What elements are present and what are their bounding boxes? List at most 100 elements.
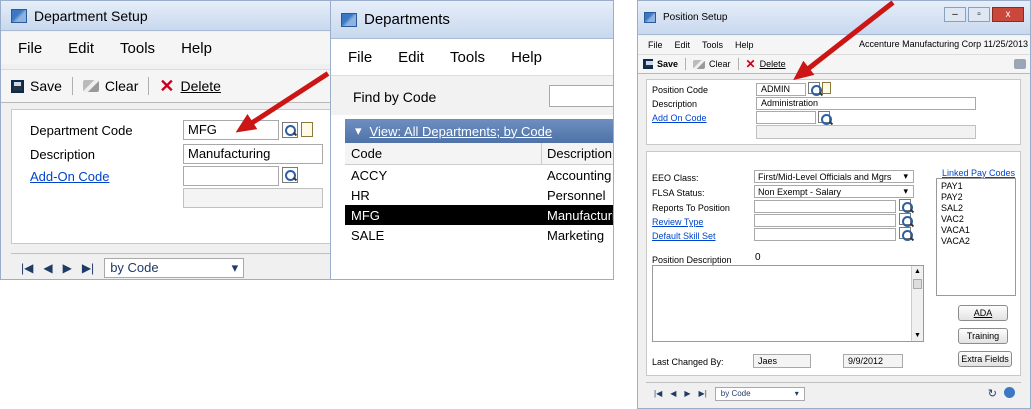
save-icon [11, 79, 24, 93]
delete-button[interactable]: ✕ Delete [151, 77, 229, 95]
note-icon[interactable] [822, 82, 831, 94]
flsa-status-dropdown[interactable]: Non Exempt - Salary ▾ [754, 185, 914, 198]
menu-file[interactable]: File [642, 40, 669, 50]
table-row-selected[interactable]: MFG Manufacturin [345, 205, 613, 225]
review-type-link[interactable]: Review Type [652, 217, 703, 227]
table-row[interactable]: HR Personnel [345, 185, 613, 205]
menu-help[interactable]: Help [498, 49, 555, 66]
pay-codes-list[interactable]: PAY1 PAY2 SAL2 VAC2 VACA1 VACA2 [936, 178, 1016, 296]
position-code-label: Position Code [652, 85, 709, 95]
window-title: Position Setup [663, 12, 728, 23]
column-header-code[interactable]: Code [351, 146, 382, 161]
previous-record-icon[interactable]: ◀ [43, 261, 52, 275]
delete-button[interactable]: ✕ Delete [741, 58, 791, 70]
menu-bar: File Edit Tools Help [1, 32, 336, 64]
chevron-down-icon: ▾ [903, 186, 908, 196]
view-label: View: All Departments; by Code [369, 123, 553, 139]
menu-help[interactable]: Help [168, 40, 225, 57]
add-on-code-link[interactable]: Add-On Code [30, 169, 110, 184]
list-item[interactable]: PAY2 [941, 192, 1011, 203]
department-code-input[interactable]: MFG [183, 120, 279, 140]
table-row[interactable]: ACCY Accounting [345, 165, 613, 185]
printer-icon[interactable] [1014, 59, 1026, 69]
menu-help[interactable]: Help [729, 40, 760, 50]
first-record-icon[interactable]: |◀ [21, 261, 33, 275]
last-changed-by-label: Last Changed By: [652, 357, 724, 367]
sort-by-dropdown[interactable]: by Code ▾ [714, 386, 805, 401]
view-bar[interactable]: ▾ View: All Departments; by Code [345, 119, 613, 143]
add-on-code-input[interactable] [183, 166, 279, 186]
description-input[interactable]: Administration [756, 97, 976, 110]
extra-fields-button[interactable]: Extra Fields [958, 351, 1012, 367]
menu-edit[interactable]: Edit [385, 49, 437, 66]
close-button[interactable]: x [992, 7, 1024, 22]
review-type-input[interactable] [754, 214, 896, 227]
position-description-textarea[interactable]: ▲ ▼ [652, 265, 924, 342]
find-by-code-input[interactable] [549, 85, 613, 107]
last-record-icon[interactable]: ▶| [699, 389, 707, 398]
lookup-icon[interactable] [808, 82, 822, 96]
clear-button[interactable]: Clear [75, 78, 146, 94]
row-code: SALE [351, 228, 385, 243]
eeo-class-value: First/Mid-Level Officials and Mgrs [758, 171, 892, 182]
lookup-icon[interactable] [899, 199, 913, 213]
column-header-description[interactable]: Description [547, 146, 612, 161]
help-icon[interactable] [1004, 387, 1015, 398]
next-record-icon[interactable]: ▶ [63, 261, 72, 275]
list-item[interactable]: PAY1 [941, 181, 1011, 192]
sort-by-value: by Code [720, 389, 751, 398]
save-button[interactable]: Save [3, 78, 70, 94]
maximize-button[interactable]: ▫ [968, 7, 990, 22]
lookup-icon[interactable] [282, 122, 298, 138]
scrollbar[interactable]: ▲ ▼ [911, 266, 923, 341]
menu-tools[interactable]: Tools [437, 49, 498, 66]
ada-button[interactable]: ADA [958, 305, 1008, 321]
lookup-icon[interactable] [282, 167, 298, 183]
add-on-code-link[interactable]: Add On Code [652, 113, 707, 123]
flsa-status-value: Non Exempt - Salary [758, 186, 842, 197]
list-item[interactable]: VACA2 [941, 236, 1011, 247]
linked-pay-codes-link[interactable]: Linked Pay Codes [942, 168, 1015, 178]
row-code: MFG [351, 208, 380, 223]
save-button[interactable]: Save [638, 59, 683, 69]
training-button[interactable]: Training [958, 328, 1008, 344]
sort-by-dropdown[interactable]: by Code ▾ [104, 257, 245, 278]
eeo-class-dropdown[interactable]: First/Mid-Level Officials and Mgrs ▾ [754, 170, 914, 183]
note-icon[interactable] [301, 122, 313, 137]
menu-tools[interactable]: Tools [696, 40, 729, 50]
reports-to-position-input[interactable] [754, 200, 896, 213]
default-skill-set-input[interactable] [754, 228, 896, 241]
list-item[interactable]: VACA1 [941, 225, 1011, 236]
add-on-code-input[interactable] [756, 111, 816, 124]
department-list: ACCY Accounting HR Personnel MFG Manufac… [345, 165, 613, 275]
lookup-icon[interactable] [899, 213, 913, 227]
list-item[interactable]: SAL2 [941, 203, 1011, 214]
next-record-icon[interactable]: ▶ [684, 389, 690, 398]
clear-label: Clear [104, 78, 139, 94]
lookup-icon[interactable] [899, 227, 913, 241]
toolbar-separator [737, 58, 739, 70]
menu-file[interactable]: File [5, 40, 55, 57]
menu-edit[interactable]: Edit [55, 40, 107, 57]
menu-edit[interactable]: Edit [669, 40, 697, 50]
clear-button[interactable]: Clear [688, 59, 736, 69]
attachment-icon[interactable]: 0 [755, 252, 761, 263]
menu-tools[interactable]: Tools [107, 40, 168, 57]
scroll-up-icon[interactable]: ▲ [912, 268, 923, 275]
list-item[interactable]: VAC2 [941, 214, 1011, 225]
last-record-icon[interactable]: ▶| [82, 261, 94, 275]
table-row[interactable]: SALE Marketing [345, 225, 613, 245]
lookup-icon[interactable] [818, 111, 832, 125]
column-divider [541, 143, 542, 165]
position-description-label: Position Description [652, 255, 732, 265]
menu-file[interactable]: File [335, 49, 385, 66]
previous-record-icon[interactable]: ◀ [670, 389, 676, 398]
refresh-icon[interactable]: ↻ [988, 387, 997, 400]
scroll-down-icon[interactable]: ▼ [914, 332, 921, 339]
summary-box [183, 188, 323, 208]
description-input[interactable]: Manufacturing [183, 144, 323, 164]
first-record-icon[interactable]: |◀ [654, 389, 662, 398]
default-skill-set-link[interactable]: Default Skill Set [652, 231, 716, 241]
scroll-thumb[interactable] [913, 279, 922, 289]
minimize-button[interactable]: – [944, 7, 966, 22]
